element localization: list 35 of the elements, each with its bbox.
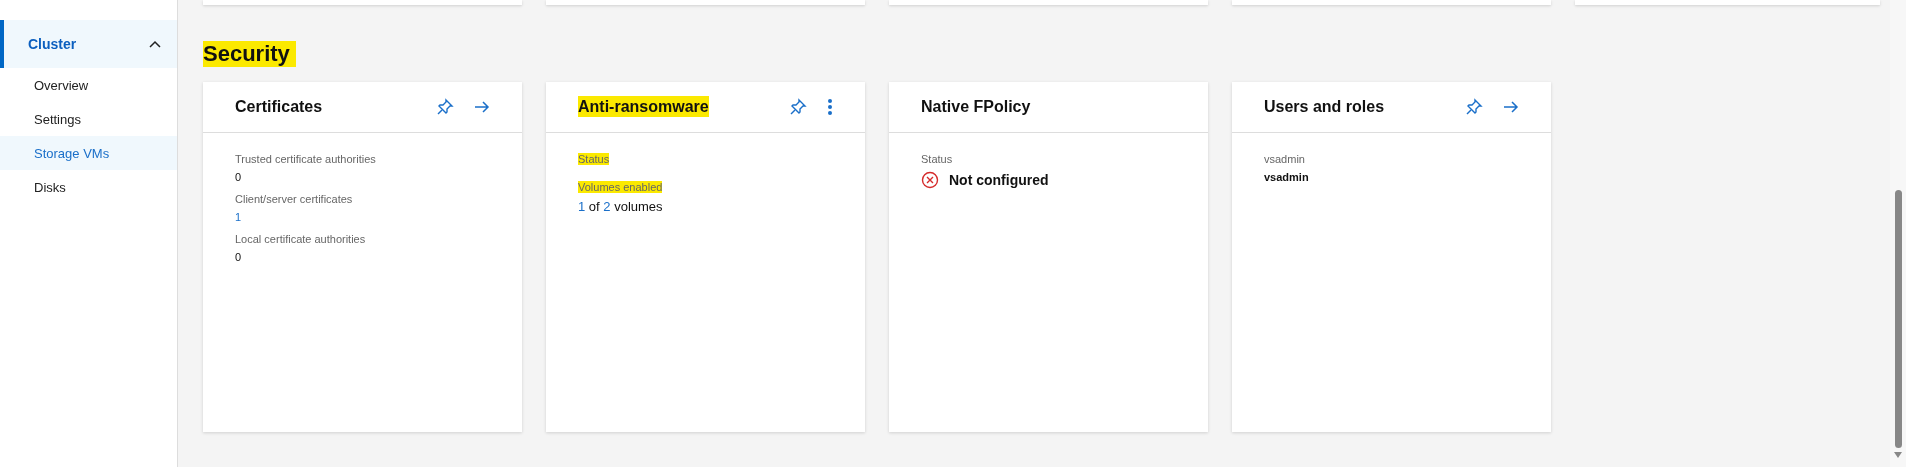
card-title: Certificates bbox=[235, 97, 323, 117]
sidebar-item[interactable]: Overview bbox=[0, 68, 177, 102]
pin-icon[interactable] bbox=[789, 98, 807, 116]
arrow-right-icon[interactable] bbox=[474, 101, 490, 113]
card-title: Users and roles bbox=[1264, 97, 1385, 117]
sidebar-item[interactable]: Disks bbox=[0, 170, 177, 204]
card-title: Anti-ransomware bbox=[578, 96, 709, 117]
pin-icon[interactable] bbox=[1465, 98, 1483, 116]
field-label: Status bbox=[921, 153, 953, 165]
sidebar-item[interactable]: Settings bbox=[0, 102, 177, 136]
sidebar-group[interactable]: Cluster bbox=[0, 20, 177, 68]
field-label: Client/server certificates bbox=[235, 193, 353, 205]
field-label: Status bbox=[578, 153, 610, 165]
value-link[interactable]: 1 bbox=[235, 211, 242, 223]
arrow-right-icon[interactable] bbox=[1503, 101, 1519, 113]
field-value: 0 bbox=[235, 251, 242, 263]
field-label: Trusted certificate authorities bbox=[235, 153, 376, 165]
pin-icon[interactable] bbox=[436, 98, 454, 116]
value-text: volumes bbox=[613, 199, 663, 214]
field-label: Volumes enabled bbox=[578, 181, 663, 193]
chevron-up-icon bbox=[149, 40, 161, 48]
card-title: Native FPolicy bbox=[921, 97, 1031, 117]
scrollbar-thumb[interactable] bbox=[1894, 190, 1902, 448]
more-icon[interactable] bbox=[827, 98, 833, 116]
field-value: 0 bbox=[235, 171, 242, 183]
status-text: Not configured bbox=[949, 172, 1049, 188]
scroll-down-icon[interactable] bbox=[1894, 452, 1902, 458]
field-label: vsadmin bbox=[1264, 153, 1305, 165]
sidebar-item[interactable]: Storage VMs bbox=[0, 136, 177, 170]
value-link[interactable]: 1 bbox=[578, 199, 586, 214]
value-link[interactable]: 2 bbox=[603, 199, 611, 214]
field-value: vsadmin bbox=[1264, 171, 1309, 183]
field-label: Local certificate authorities bbox=[235, 233, 366, 245]
section-heading: Security bbox=[203, 41, 296, 67]
value-text: of bbox=[587, 199, 601, 214]
